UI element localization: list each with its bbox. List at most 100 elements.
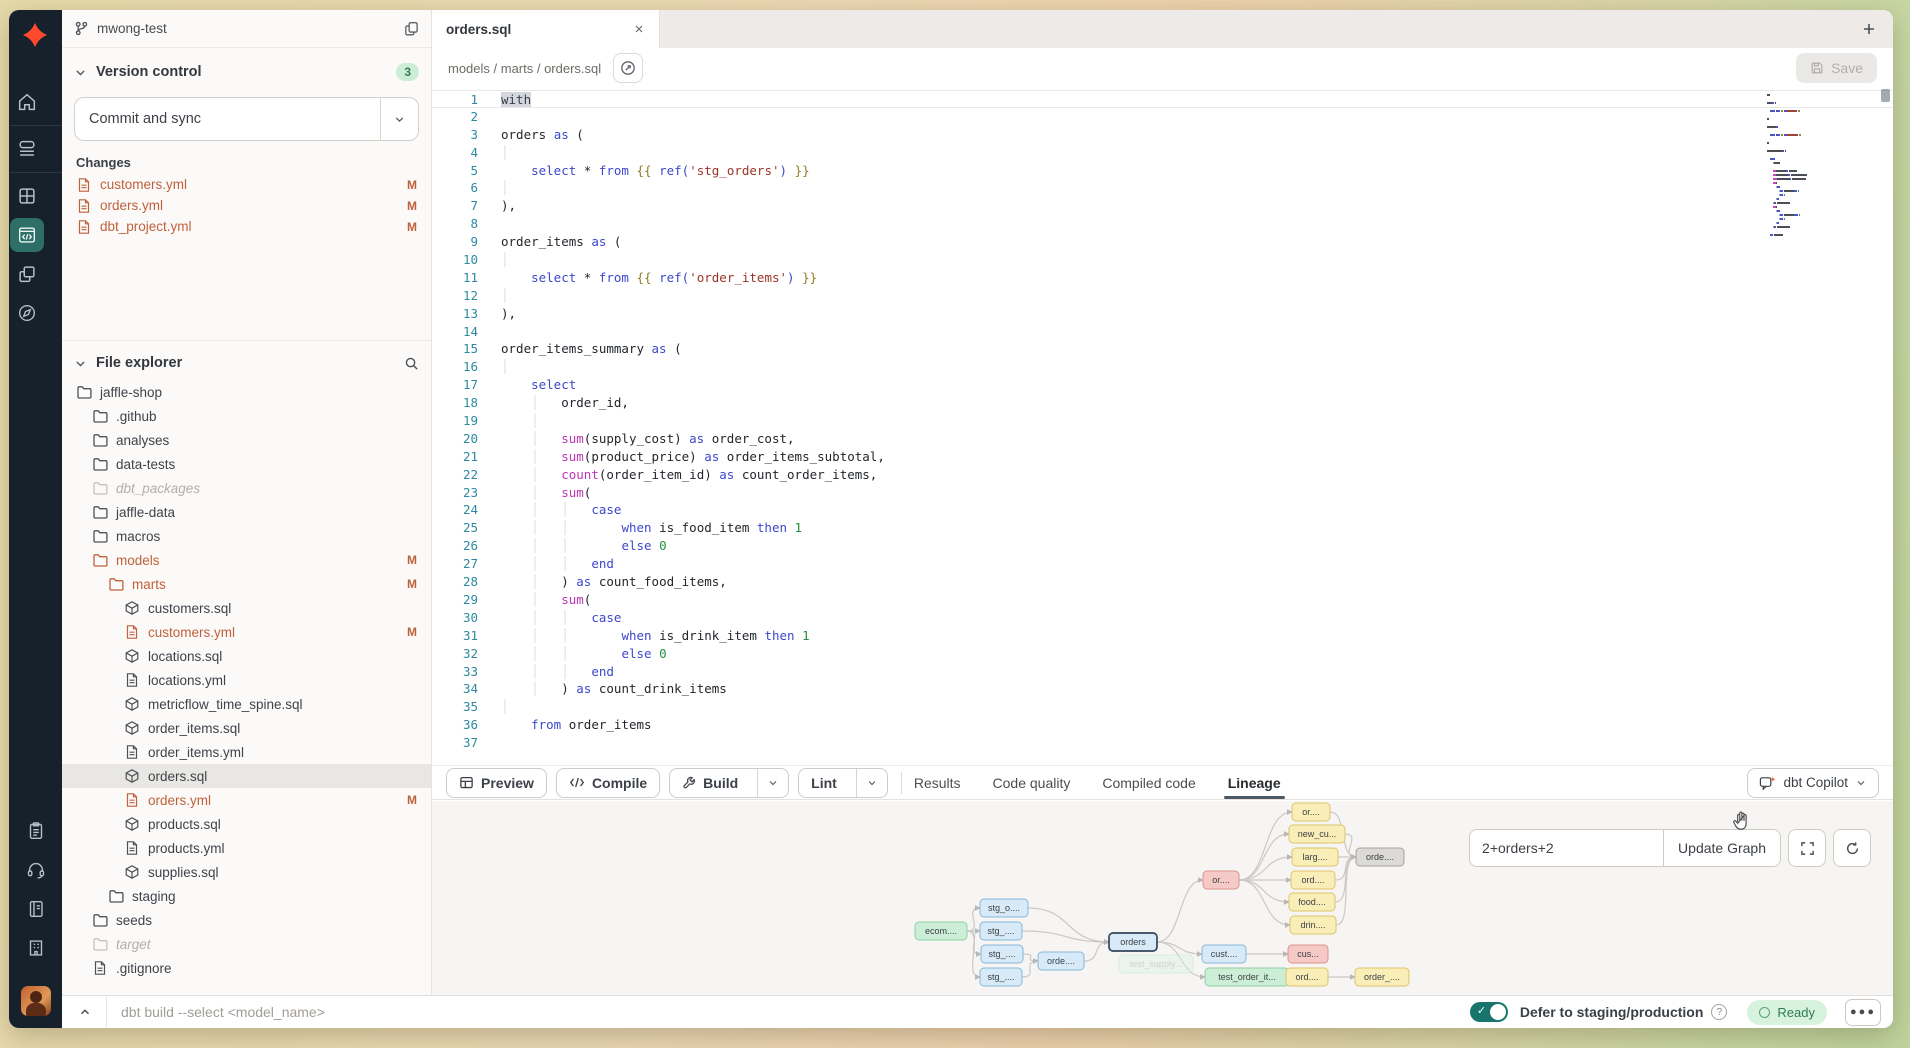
lineage-node-stg_4[interactable]: stg_.... [980, 968, 1022, 986]
code-line[interactable]: 2 [432, 108, 1893, 126]
lineage-node-or_pink[interactable]: or.... [1203, 871, 1239, 889]
changed-file-row[interactable]: orders.ymlM [62, 195, 431, 216]
new-tab-button[interactable] [1861, 21, 1877, 37]
code-line[interactable]: 4│ [432, 144, 1893, 162]
tree-item--gitignore[interactable]: .gitignore [62, 956, 431, 980]
help-icon[interactable]: ? [1711, 1004, 1727, 1020]
lineage-node-stg_o[interactable]: stg_o.... [980, 899, 1028, 917]
code-line[interactable]: 6│ [432, 179, 1893, 197]
dbt-logo[interactable] [20, 22, 52, 54]
code-line[interactable]: 32 │ │ else 0 [432, 645, 1893, 663]
code-line[interactable]: 37 [432, 734, 1893, 752]
clipboard-icon[interactable] [19, 814, 53, 848]
preview-button[interactable]: Preview [446, 768, 547, 798]
code-line[interactable]: 17 select [432, 376, 1893, 394]
lineage-node-cust[interactable]: cust.... [1202, 945, 1246, 963]
code-line[interactable]: 31 │ │ when is_drink_item then 1 [432, 627, 1893, 645]
lineage-node-orders[interactable]: orders [1109, 933, 1157, 951]
editor-minimap[interactable] [1767, 94, 1847, 242]
tree-item-jaffle-data[interactable]: jaffle-data [62, 500, 431, 524]
home-icon[interactable] [10, 85, 44, 119]
lineage-node-new_cu[interactable]: new_cu... [1289, 825, 1345, 843]
open-docs-icon[interactable] [613, 53, 643, 83]
code-line[interactable]: 36 from order_items [432, 716, 1893, 734]
tree-item-jaffle-shop[interactable]: jaffle-shop [62, 380, 431, 404]
tree-item--github[interactable]: .github [62, 404, 431, 428]
code-line[interactable]: 29 │ sum( [432, 591, 1893, 609]
version-control-header[interactable]: Version control 3 [62, 57, 431, 87]
tree-item-locations-yml[interactable]: locations.yml [62, 668, 431, 692]
search-icon[interactable] [404, 356, 419, 371]
lineage-pane[interactable]: ecom....test_supply...stg_o....stg_....s… [432, 801, 1893, 995]
panel-tab-results[interactable]: Results [914, 766, 961, 799]
tab-orders-sql[interactable]: orders.sql [432, 10, 660, 48]
tree-item-customers-sql[interactable]: customers.sql [62, 596, 431, 620]
dbt-copilot-button[interactable]: dbt Copilot [1747, 768, 1879, 798]
code-line[interactable]: 3orders as ( [432, 126, 1893, 144]
lineage-node-orde_b[interactable]: orde.... [1038, 952, 1084, 970]
tree-item-data-tests[interactable]: data-tests [62, 452, 431, 476]
code-line[interactable]: 30 │ │ case [432, 609, 1893, 627]
compass-icon[interactable] [10, 296, 44, 330]
code-line[interactable]: 33 │ │ end [432, 663, 1893, 681]
tree-item-locations-sql[interactable]: locations.sql [62, 644, 431, 668]
code-line[interactable]: 7), [432, 197, 1893, 215]
panel-tab-compiled-code[interactable]: Compiled code [1102, 766, 1195, 799]
code-line[interactable]: 27 │ │ end [432, 555, 1893, 573]
lineage-node-ord1[interactable]: ord.... [1291, 871, 1335, 889]
headset-icon[interactable] [19, 853, 53, 887]
lineage-node-ghost[interactable]: test_supply... [1119, 955, 1193, 973]
lineage-node-larg[interactable]: larg.... [1292, 848, 1338, 866]
tree-item-orders-yml[interactable]: orders.ymlM [62, 788, 431, 812]
lineage-node-food[interactable]: food.... [1289, 893, 1335, 911]
tree-item-models[interactable]: modelsM [62, 548, 431, 572]
more-options-button[interactable]: ●●● [1845, 999, 1881, 1026]
tree-item-macros[interactable]: macros [62, 524, 431, 548]
code-line[interactable]: 8 [432, 215, 1893, 233]
code-line[interactable]: 10│ [432, 251, 1893, 269]
windows-icon[interactable] [10, 257, 44, 291]
tree-item-products-sql[interactable]: products.sql [62, 812, 431, 836]
code-line[interactable]: 35│ [432, 698, 1893, 716]
code-line[interactable]: 9order_items as ( [432, 233, 1893, 251]
user-avatar[interactable] [21, 986, 51, 1016]
save-button[interactable]: Save [1796, 53, 1877, 83]
branch-selector[interactable]: mwong-test [62, 10, 431, 48]
lint-options-dropdown[interactable] [856, 769, 887, 797]
code-line[interactable]: 23 │ sum( [432, 484, 1893, 502]
tree-item-seeds[interactable]: seeds [62, 908, 431, 932]
panel-tab-code-quality[interactable]: Code quality [993, 766, 1071, 799]
lineage-filter-input[interactable] [1469, 829, 1663, 867]
lineage-node-ord_y2[interactable]: ord.... [1286, 968, 1328, 986]
update-graph-button[interactable]: Update Graph [1663, 829, 1781, 867]
lineage-node-ecom[interactable]: ecom.... [915, 922, 967, 940]
fullscreen-icon[interactable] [1788, 829, 1826, 867]
code-line[interactable]: 21 │ sum(product_price) as order_items_s… [432, 448, 1893, 466]
tree-item-metricflow-time-spine-sql[interactable]: metricflow_time_spine.sql [62, 692, 431, 716]
code-line[interactable]: 22 │ count(order_item_id) as count_order… [432, 466, 1893, 484]
code-line[interactable]: 12│ [432, 287, 1893, 305]
notebook-icon[interactable] [19, 892, 53, 926]
copy-icon[interactable] [404, 21, 419, 36]
commit-options-dropdown[interactable] [380, 98, 418, 140]
commit-and-sync-button[interactable]: Commit and sync [74, 97, 419, 141]
lint-button[interactable]: Lint [798, 768, 888, 798]
code-line[interactable]: 11 select * from {{ ref('order_items') }… [432, 269, 1893, 287]
tree-item-customers-yml[interactable]: customers.ymlM [62, 620, 431, 644]
compile-button[interactable]: Compile [556, 768, 660, 798]
lineage-node-stg_3[interactable]: stg_.... [981, 945, 1023, 963]
code-window-icon[interactable] [10, 218, 44, 252]
code-line[interactable]: 26 │ │ else 0 [432, 537, 1893, 555]
close-icon[interactable] [633, 23, 645, 35]
building-icon[interactable] [19, 931, 53, 965]
tree-item-dbt-packages[interactable]: dbt_packages [62, 476, 431, 500]
tree-item-order-items-sql[interactable]: order_items.sql [62, 716, 431, 740]
editor-scrollbar[interactable] [1881, 89, 1890, 102]
changed-file-row[interactable]: customers.ymlM [62, 174, 431, 195]
code-line[interactable]: 14 [432, 323, 1893, 341]
tree-item-supplies-sql[interactable]: supplies.sql [62, 860, 431, 884]
tree-item-staging[interactable]: staging [62, 884, 431, 908]
code-line[interactable]: 25 │ │ when is_food_item then 1 [432, 519, 1893, 537]
code-line[interactable]: 28 │ ) as count_food_items, [432, 573, 1893, 591]
code-line[interactable]: 13), [432, 305, 1893, 323]
